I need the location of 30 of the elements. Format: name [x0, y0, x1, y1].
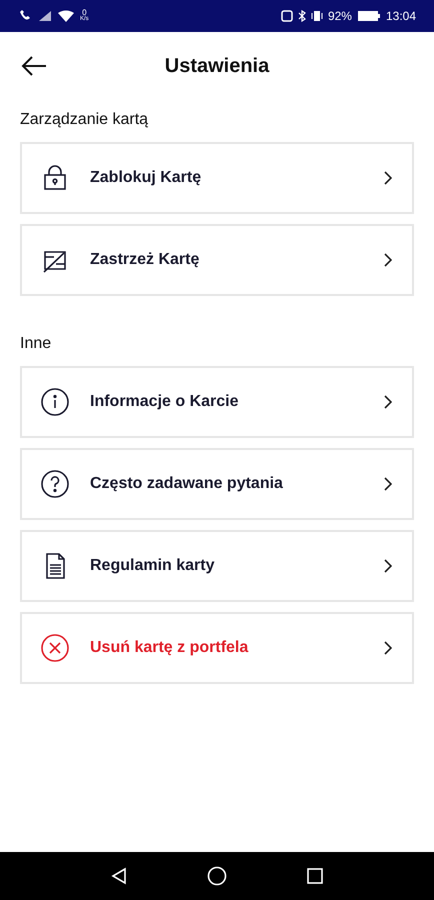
chevron-right-icon: [384, 253, 392, 267]
nfc-icon: [280, 10, 293, 22]
bluetooth-icon: [298, 10, 306, 22]
settings-item[interactable]: Informacje o Karcie: [20, 366, 414, 438]
network-speed: 0: [82, 9, 87, 16]
settings-item[interactable]: Zablokuj Kartę: [20, 142, 414, 214]
remove-icon: [40, 633, 70, 663]
clock: 13:04: [386, 8, 416, 25]
back-nav-icon[interactable]: [110, 867, 128, 885]
settings-item[interactable]: Często zadawane pytania: [20, 448, 414, 520]
settings-item[interactable]: Regulamin karty: [20, 530, 414, 602]
settings-item[interactable]: Usuń kartę z portfela: [20, 612, 414, 684]
settings-item[interactable]: Zastrzeż Kartę: [20, 224, 414, 296]
battery-icon: [356, 10, 381, 22]
help-icon: [40, 469, 70, 499]
home-nav-icon[interactable]: [206, 866, 227, 886]
wifi-icon: [58, 10, 74, 22]
chevron-right-icon: [384, 171, 392, 185]
chevron-right-icon: [384, 395, 392, 409]
chevron-right-icon: [384, 477, 392, 491]
signal-icon: [38, 10, 52, 22]
info-icon: [40, 387, 70, 417]
recents-nav-icon[interactable]: [306, 867, 324, 885]
vibrate-icon: [310, 10, 323, 22]
section-title: Inne: [19, 334, 52, 354]
page-title: Ustawienia: [164, 54, 270, 79]
battery-percent: 92%: [328, 8, 352, 25]
chevron-right-icon: [384, 559, 392, 573]
section-title: Zarządzanie kartą: [19, 110, 150, 130]
chevron-right-icon: [384, 641, 392, 655]
